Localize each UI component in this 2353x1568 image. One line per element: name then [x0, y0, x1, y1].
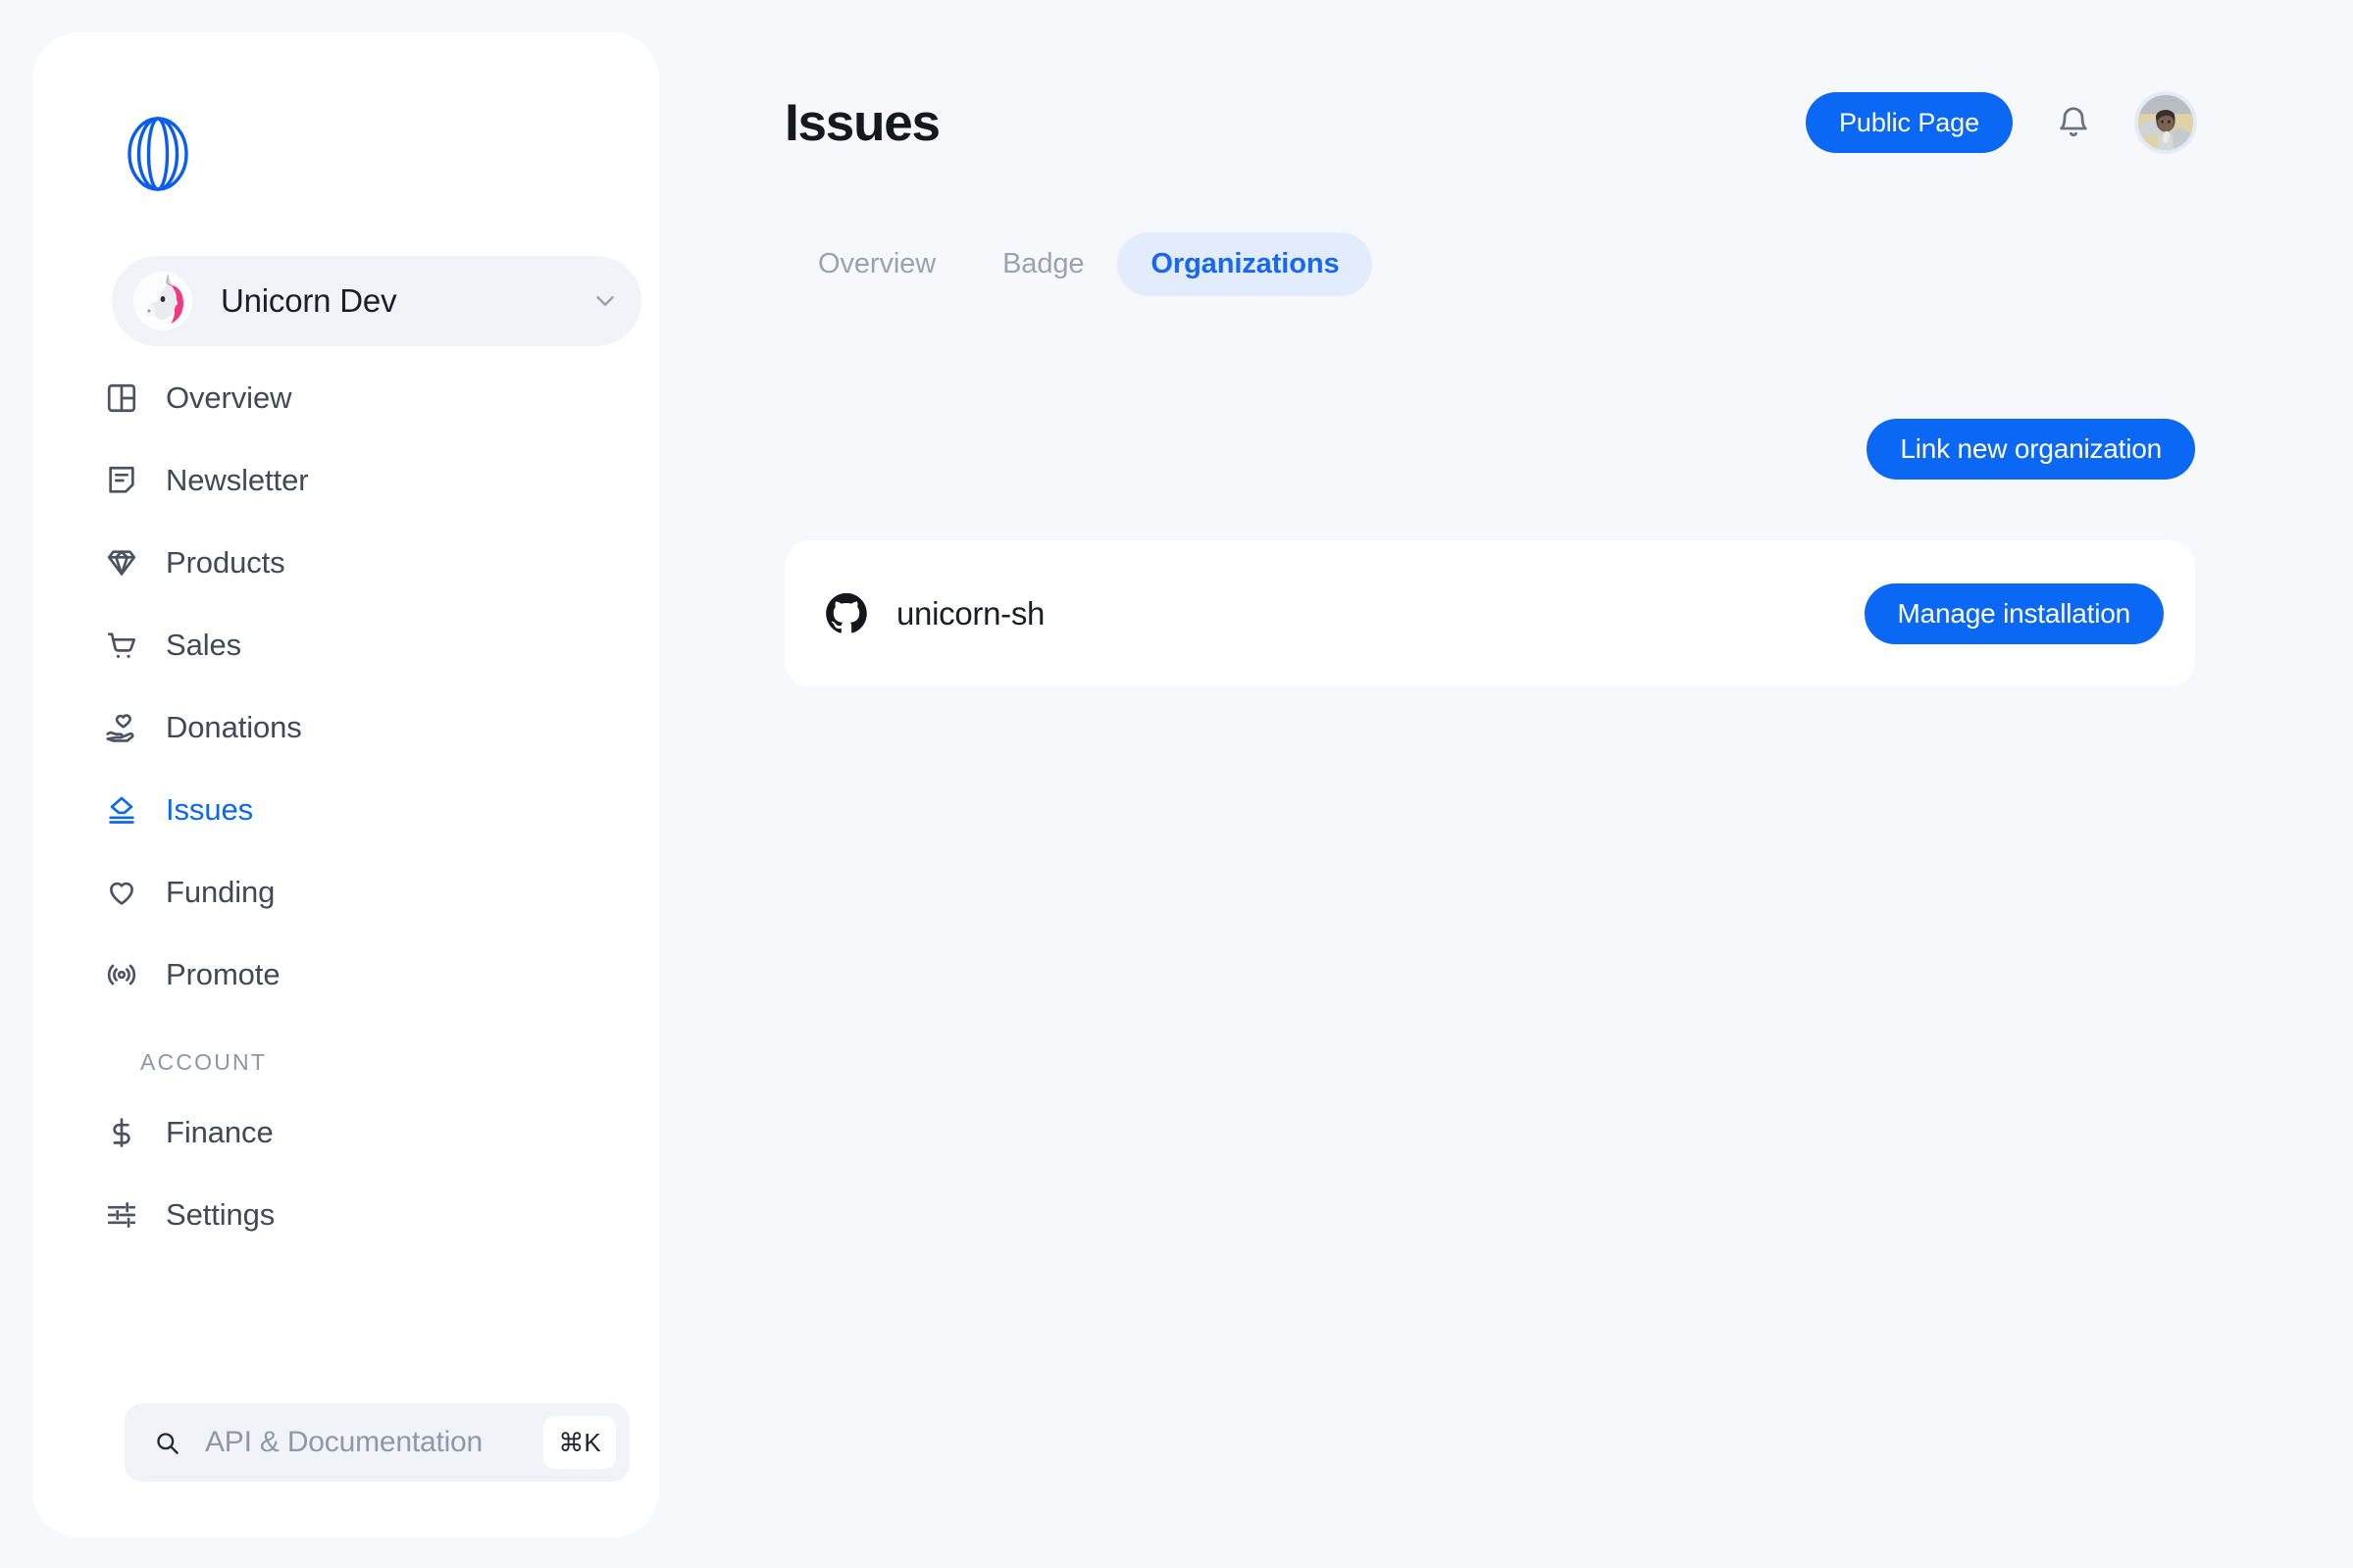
heart-icon: [103, 874, 140, 911]
tab-overview[interactable]: Overview: [785, 232, 969, 296]
sidebar-item-label: Settings: [166, 1197, 276, 1232]
tab-organizations[interactable]: Organizations: [1117, 232, 1373, 296]
polar-globe-logo[interactable]: [128, 117, 188, 191]
sidebar-item-sales[interactable]: Sales: [32, 618, 659, 673]
sidebar-item-label: Funding: [166, 875, 276, 909]
sidebar-item-finance[interactable]: Finance: [32, 1105, 659, 1160]
sidebar-section-account: ACCOUNT: [140, 1049, 268, 1075]
newsletter-note-icon: [103, 462, 140, 499]
sidebar-item-overview[interactable]: Overview: [32, 371, 659, 426]
sidebar-item-label: Promote: [166, 957, 281, 991]
diamond-gem-icon: [103, 544, 140, 582]
avatar[interactable]: [2134, 91, 2197, 154]
main-content: Issues Public Page Overview Badge Organi…: [659, 0, 2353, 1568]
unicorn-emoji-avatar: [133, 272, 192, 330]
organization-switcher[interactable]: Unicorn Dev: [112, 256, 641, 346]
sidebar-item-donations[interactable]: Donations: [32, 700, 659, 755]
sidebar-nav-scroll-region: Overview Newsletter Products Sales Donat…: [32, 371, 659, 1386]
broadcast-icon: [103, 956, 140, 993]
sidebar-item-newsletter[interactable]: Newsletter: [32, 453, 659, 508]
manage-installation-button[interactable]: Manage installation: [1864, 582, 2164, 644]
sliders-icon: [103, 1196, 140, 1234]
sidebar-item-label: Sales: [166, 628, 242, 662]
sidebar-item-issues[interactable]: Issues: [32, 783, 659, 837]
organization-name: Unicorn Dev: [221, 282, 397, 319]
organization-row: unicorn-sh Manage installation: [785, 540, 2195, 686]
chevron-down-icon[interactable]: [588, 284, 622, 318]
notification-bell-icon[interactable]: [2046, 95, 2101, 150]
hand-heart-icon: [103, 709, 140, 746]
public-page-button[interactable]: Public Page: [1806, 92, 2013, 153]
search-placeholder: API & Documentation: [205, 1426, 484, 1458]
search-icon: [152, 1428, 181, 1457]
sidebar: Unicorn Dev Overview Newsletter Products…: [32, 32, 659, 1538]
layout-dashboard-icon: [103, 379, 140, 417]
sidebar-item-label: Newsletter: [166, 463, 309, 497]
issues-stamp-icon: [103, 791, 140, 829]
sidebar-item-promote[interactable]: Promote: [32, 947, 659, 1002]
shopping-cart-icon: [103, 627, 140, 664]
search-input[interactable]: API & Documentation ⌘K: [125, 1403, 630, 1482]
sidebar-item-label: Finance: [166, 1115, 274, 1149]
organization-card-name: unicorn-sh: [896, 594, 1046, 632]
search-shortcut-badge: ⌘K: [543, 1416, 616, 1469]
sidebar-item-products[interactable]: Products: [32, 535, 659, 590]
sidebar-item-label: Products: [166, 545, 285, 580]
sidebar-item-settings[interactable]: Settings: [32, 1188, 659, 1242]
header-actions: Public Page: [1806, 91, 2197, 154]
app-root: Unicorn Dev Overview Newsletter Products…: [0, 0, 2353, 1568]
tab-badge[interactable]: Badge: [969, 232, 1117, 296]
link-new-organization-button[interactable]: Link new organization: [1867, 419, 2195, 480]
sidebar-item-label: Issues: [166, 792, 253, 827]
github-mark-icon: [824, 591, 869, 636]
sidebar-item-label: Donations: [166, 710, 302, 744]
sidebar-nav: Overview Newsletter Products Sales Donat…: [32, 371, 659, 1270]
sidebar-item-funding[interactable]: Funding: [32, 865, 659, 920]
page-header: Issues Public Page: [785, 88, 2197, 157]
tab-bar: Overview Badge Organizations: [785, 232, 1373, 296]
page-title: Issues: [785, 93, 941, 152]
dollar-sign-icon: [103, 1114, 140, 1151]
sidebar-item-label: Overview: [166, 380, 292, 415]
